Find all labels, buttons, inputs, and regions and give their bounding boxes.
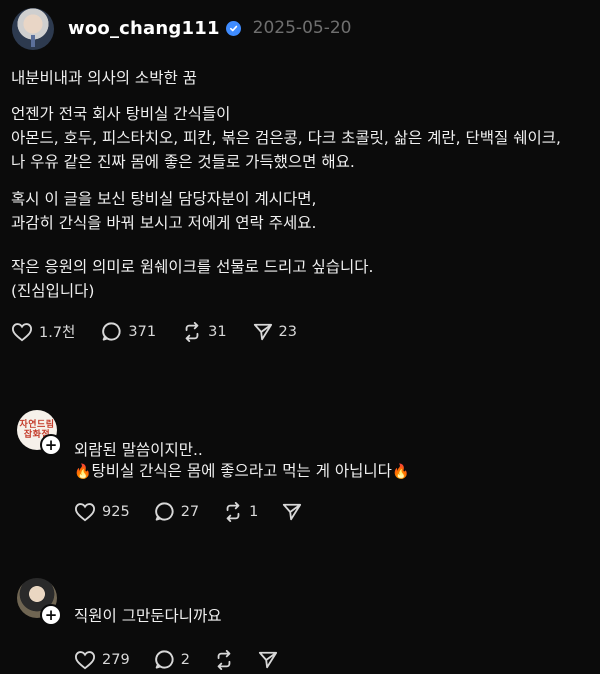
send-icon: [253, 323, 272, 340]
like-count: 925: [102, 503, 130, 520]
like-button[interactable]: 1.7천: [11, 321, 75, 342]
post-header: woo_chang111 2025-05-20: [68, 16, 351, 40]
comment-count: 371: [128, 323, 157, 340]
main-post: woo_chang111 2025-05-20 내분비내과 의사의 소박한 꿈 …: [0, 0, 600, 380]
post-text-line: 언젠가 전국 회사 탕비실 간식들이: [11, 105, 231, 123]
send-icon: [283, 503, 302, 520]
like-button[interactable]: 925: [74, 502, 130, 522]
like-button[interactable]: 279: [74, 650, 130, 670]
repost-count: 31: [208, 323, 227, 340]
like-count: 1.7천: [39, 325, 76, 341]
comment-button[interactable]: 27: [154, 501, 199, 522]
comment-count: 2: [180, 651, 190, 668]
verified-badge-icon: [225, 20, 241, 36]
author-avatar[interactable]: [12, 8, 54, 50]
heart-icon: [74, 650, 96, 669]
repost-button[interactable]: [214, 649, 234, 670]
post-text-line: 혹시 이 글을 보신 탕비실 담당자분이 계시다면,: [11, 190, 317, 208]
avatar-logo-text: 자연드림: [19, 420, 55, 430]
share-button[interactable]: 23: [253, 322, 297, 342]
avatar-tie-detail: [31, 35, 35, 47]
post-date: 2025-05-20: [252, 18, 352, 38]
post-actions: 1.7천 371 31 23: [11, 321, 323, 342]
reply-item: 자연드림 잡화점 + 외람된 말씀이지만.. 🔥탕비실 간식은 몸에 좋으라고 …: [0, 404, 600, 524]
post-text-line: 과감히 간식을 바꿔 보시고 저에게 연락 주세요.: [11, 214, 317, 232]
share-button[interactable]: [258, 650, 278, 670]
follow-plus-icon[interactable]: +: [40, 434, 62, 456]
post-text-line: 아몬드, 호두, 피스타치오, 피칸, 볶은 검은콩, 다크 초콜릿, 삶은 계…: [11, 129, 561, 147]
repost-button[interactable]: 1: [223, 501, 259, 522]
share-button[interactable]: [282, 502, 302, 522]
comment-button[interactable]: 2: [154, 649, 190, 670]
comment-bubble-icon: [154, 650, 174, 669]
comment-button[interactable]: 371: [101, 321, 156, 342]
reply-item: + 직원이 그만둔다니까요 279 2: [0, 576, 600, 674]
reply-text-line-with-emoji: 🔥탕비실 간식은 몸에 좋으라고 먹는 게 아닙니다🔥: [74, 459, 409, 484]
post-text-line: 내분비내과 의사의 소박한 꿈: [11, 69, 197, 87]
reply-actions: 279 2: [74, 649, 302, 670]
comment-count: 27: [180, 503, 200, 520]
follow-plus-icon[interactable]: +: [40, 604, 62, 626]
repost-button[interactable]: 31: [182, 321, 227, 342]
author-username[interactable]: woo_chang111: [68, 18, 220, 39]
repost-icon: [217, 649, 231, 670]
post-text-line: 작은 응원의 의미로 윔쉐이크를 선물로 드리고 싶습니다.: [11, 258, 374, 276]
repost-icon: [185, 321, 199, 342]
like-count: 279: [102, 651, 130, 668]
heart-icon: [74, 502, 96, 521]
reply-text-line: 직원이 그만둔다니까요: [74, 607, 222, 625]
post-text-line: 나 우유 같은 진짜 몸에 좋은 것들로 가득했으면 해요.: [11, 153, 355, 171]
comment-bubble-icon: [102, 322, 121, 341]
comment-bubble-icon: [154, 502, 174, 521]
repost-icon: [226, 501, 240, 522]
fire-emoji-icon: 🔥: [74, 464, 92, 480]
repost-count: 1: [249, 503, 259, 520]
send-icon: [258, 651, 278, 668]
post-text-line: (진심입니다): [11, 282, 95, 300]
reply-actions: 925 27 1: [74, 501, 326, 522]
reply-text: 탕비실 간식은 몸에 좋으라고 먹는 게 아닙니다: [91, 462, 392, 480]
heart-icon: [11, 322, 33, 341]
share-count: 23: [278, 323, 297, 340]
fire-emoji-icon: 🔥: [391, 464, 410, 480]
